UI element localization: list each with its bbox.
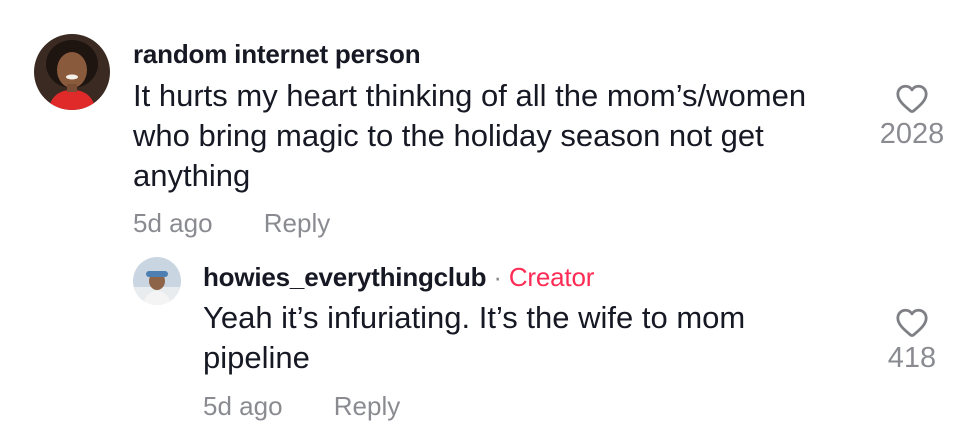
comment-author: howies_everythingclub · Creator — [203, 262, 594, 293]
comment-text-line: Yeah it’s infuriating. It’s the wife to … — [203, 300, 746, 335]
avatar[interactable] — [34, 34, 110, 110]
comment-text: It hurts my heart thinking of all the mo… — [133, 76, 853, 196]
like-count: 2028 — [879, 118, 945, 150]
comment-timestamp: 5d ago — [133, 208, 213, 238]
reply-button[interactable]: Reply — [334, 391, 400, 422]
like-count: 418 — [887, 342, 937, 374]
avatar-image — [133, 257, 181, 305]
comment-meta: 5d ago Reply — [133, 208, 330, 239]
reply-button[interactable]: Reply — [264, 208, 330, 239]
like-button[interactable]: 2028 — [867, 82, 957, 151]
reply-author-name[interactable]: howies_everythingclub — [203, 262, 487, 292]
heart-outline-icon — [896, 84, 928, 113]
comment-timestamp: 5d ago — [203, 391, 283, 421]
comment-meta: 5d ago Reply — [203, 391, 400, 422]
comment-text-line: It hurts my heart thinking of all the mo… — [133, 78, 807, 113]
comment-text-line: pipeline — [203, 340, 310, 375]
comment-text-line: who bring magic to the holiday season no… — [133, 118, 764, 153]
heart-outline-icon — [896, 308, 928, 337]
comment-author[interactable]: random internet person — [133, 39, 421, 70]
comment-text-line: anything — [133, 158, 251, 193]
like-button[interactable]: 418 — [867, 306, 957, 375]
creator-badge: Creator — [508, 262, 595, 292]
comment-text: Yeah it’s infuriating. It’s the wife to … — [203, 298, 823, 378]
avatar[interactable] — [133, 257, 181, 305]
avatar-image — [34, 34, 110, 110]
author-separator: · — [493, 262, 502, 292]
